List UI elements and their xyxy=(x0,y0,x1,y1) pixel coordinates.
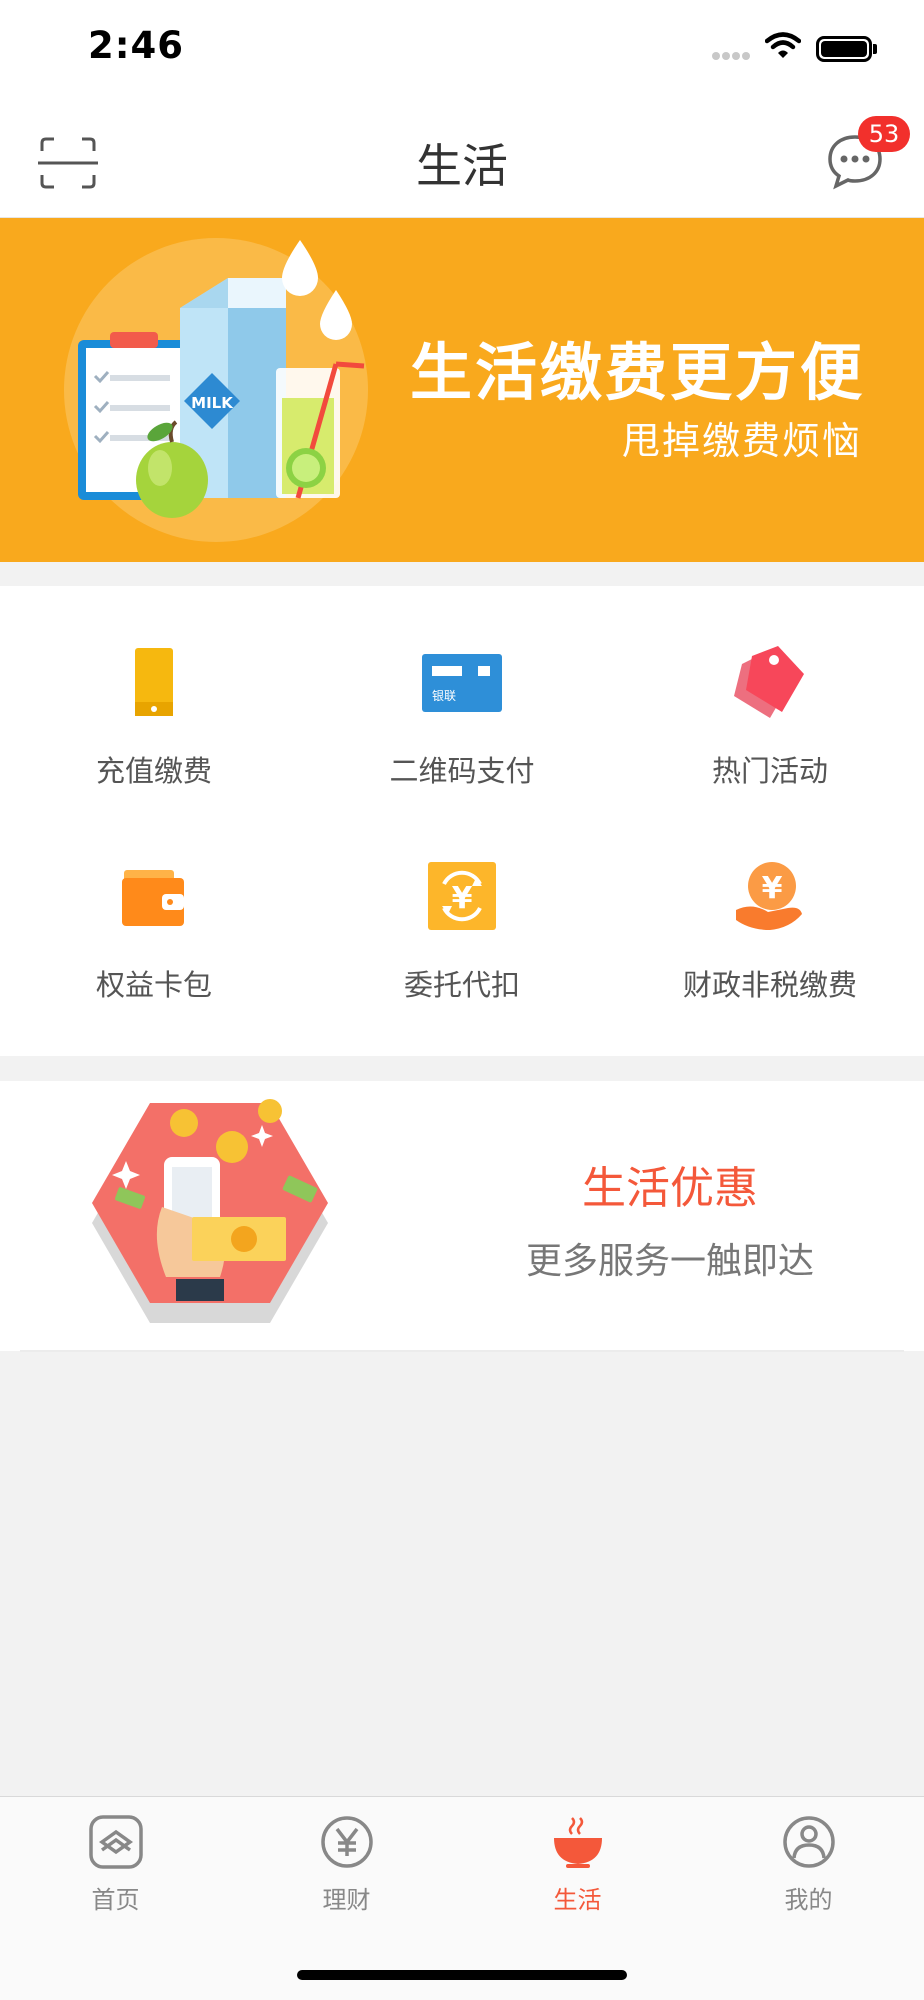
coin-glyph: ¥ xyxy=(762,871,783,906)
status-time: 2:46 xyxy=(88,24,185,67)
tab-home[interactable]: 首页 xyxy=(0,1810,231,1930)
service-label: 财政非税缴费 xyxy=(682,968,857,1002)
service-fiscal-payment[interactable]: ¥ 财政非税缴费 xyxy=(616,800,924,1010)
service-label: 热门活动 xyxy=(711,754,828,788)
wifi-icon xyxy=(765,32,801,58)
yuan-glyph: ¥ xyxy=(452,881,473,916)
service-auto-debit[interactable]: ¥ 委托代扣 xyxy=(308,800,616,1010)
person-icon xyxy=(783,1816,835,1868)
service-hot-events[interactable]: 热门活动 xyxy=(616,586,924,796)
promo-card[interactable] xyxy=(0,1081,924,1351)
home-icon xyxy=(89,1815,143,1869)
promo-title: 生活优惠 xyxy=(582,1163,758,1214)
yuan-circle-icon xyxy=(321,1816,373,1868)
tab-label: 我的 xyxy=(784,1886,833,1914)
tab-label: 理财 xyxy=(322,1886,371,1914)
wallet-icon xyxy=(122,870,184,926)
battery-icon xyxy=(816,36,872,62)
banner-title: 生活缴费更方便 xyxy=(410,336,866,409)
cash-phone-illustration xyxy=(92,1099,328,1323)
tab-mine[interactable]: 我的 xyxy=(693,1810,924,1930)
tab-finance[interactable]: 理财 xyxy=(231,1810,462,1930)
service-label: 委托代扣 xyxy=(403,968,520,1002)
promo-subtitle: 更多服务一触即达 xyxy=(525,1241,814,1282)
tab-label: 生活 xyxy=(553,1886,602,1914)
bowl-icon xyxy=(554,1817,602,1868)
page-title: 生活 xyxy=(416,139,508,193)
service-label: 二维码支付 xyxy=(389,754,535,788)
service-qr-pay[interactable]: 银联 二维码支付 xyxy=(308,586,616,796)
divider xyxy=(20,1350,904,1352)
tab-label: 首页 xyxy=(91,1886,140,1914)
service-recharge[interactable]: 充值缴费 xyxy=(0,586,308,796)
service-card-wallet[interactable]: 权益卡包 xyxy=(0,800,308,1010)
hand-coin-icon: ¥ xyxy=(736,862,802,930)
service-label: 充值缴费 xyxy=(95,754,212,788)
unionpay-card-text: 银联 xyxy=(432,689,456,703)
banner-subtitle: 甩掉缴费烦恼 xyxy=(622,419,863,463)
cellular-signal-icon xyxy=(712,45,752,64)
battery-tip xyxy=(873,44,877,54)
phone-icon xyxy=(135,648,173,716)
tab-life[interactable]: 生活 xyxy=(462,1810,693,1930)
home-indicator xyxy=(297,1970,627,1980)
milk-label: MILK xyxy=(191,394,234,412)
unionpay-card-icon: 银联 xyxy=(422,654,502,712)
yuan-cycle-icon: ¥ xyxy=(428,862,496,930)
service-label: 权益卡包 xyxy=(95,968,212,1002)
tag-icon xyxy=(734,646,804,718)
message-badge: 53 xyxy=(858,116,910,152)
